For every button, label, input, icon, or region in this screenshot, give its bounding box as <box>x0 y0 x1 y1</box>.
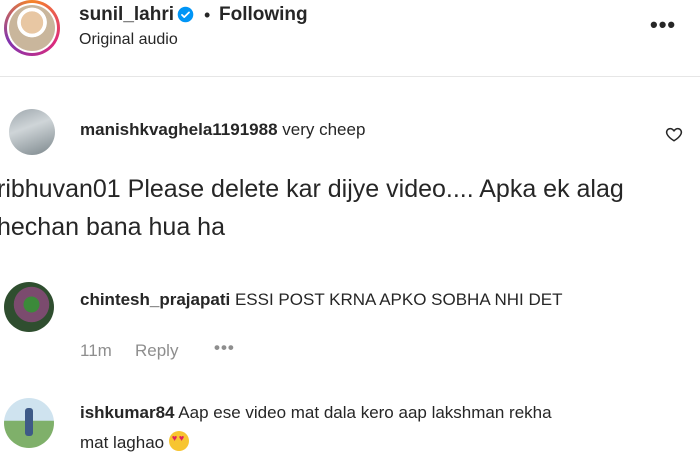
comment-text: mat laghao <box>80 433 165 452</box>
comment-body: ishkumar84 Aap ese video mat dala kero a… <box>80 403 552 423</box>
original-audio-link[interactable]: Original audio <box>79 31 178 49</box>
comment-username[interactable]: ishkumar84 <box>80 403 175 422</box>
author-username[interactable]: sunil_lahri <box>79 4 174 26</box>
verified-badge-icon <box>177 6 194 23</box>
comment-username[interactable]: manishkvaghela1191988 <box>80 120 278 139</box>
comment-body: chintesh_prajapati ESSI POST KRNA APKO S… <box>80 290 562 310</box>
commenter-avatar[interactable] <box>4 398 54 448</box>
comment-text-line2: mat laghao <box>80 431 189 453</box>
comment-text-zoomed: ribhuvan01 Please delete kar dijye video… <box>0 175 624 203</box>
truncated-content: ·· · <box>140 64 158 72</box>
more-options-icon[interactable]: ••• <box>214 338 235 358</box>
post-header: sunil_lahri • Following Original audio •… <box>0 0 700 77</box>
more-options-icon[interactable]: ••• <box>650 12 676 38</box>
comment-username[interactable]: chintesh_prajapati <box>80 290 230 309</box>
comment-text: very cheep <box>282 120 366 139</box>
reply-button[interactable]: Reply <box>135 341 178 361</box>
comment-text: ESSI POST KRNA APKO SOBHA NHI DET <box>234 290 563 309</box>
separator-dot: • <box>204 5 211 25</box>
commenter-avatar[interactable] <box>9 109 55 155</box>
heart-outline-icon[interactable] <box>665 125 683 143</box>
commenter-avatar[interactable] <box>4 282 54 332</box>
author-avatar[interactable] <box>4 0 60 56</box>
comment-body: manishkvaghela1191988 very cheep <box>80 120 365 140</box>
heart-eyes-emoji <box>168 431 189 451</box>
comment-text-zoomed-line2: hechan bana hua ha <box>0 213 225 241</box>
comment-text: Aap ese video mat dala kero aap lakshman… <box>178 403 552 422</box>
following-button[interactable]: Following <box>219 4 308 26</box>
comment-time: 11m <box>80 341 112 360</box>
